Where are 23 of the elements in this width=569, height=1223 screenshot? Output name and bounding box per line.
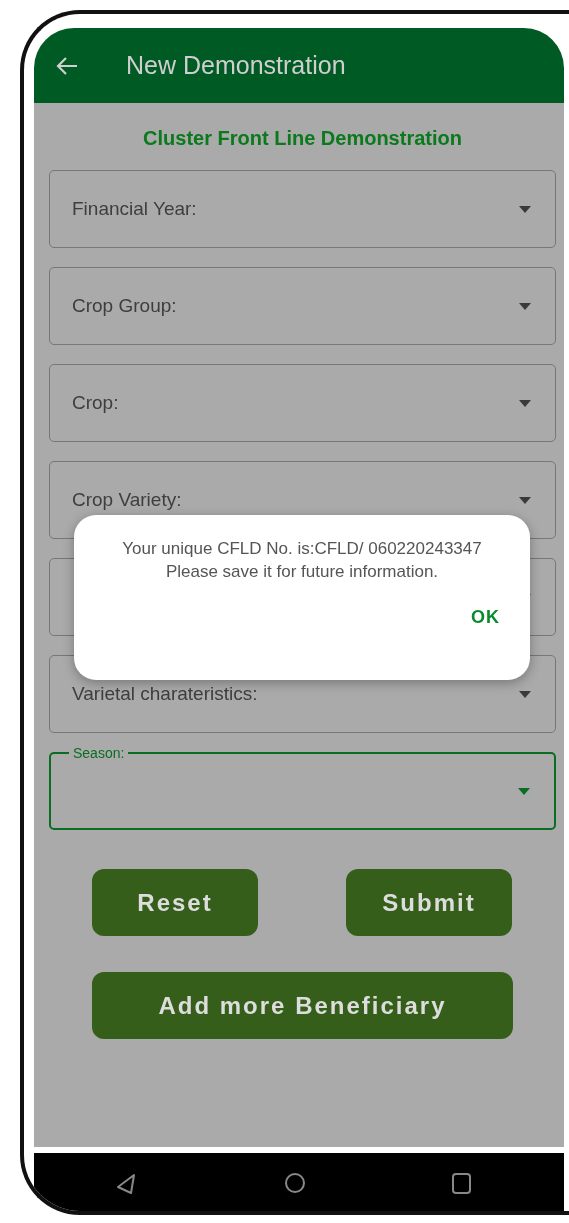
field-label: Crop Group: (72, 295, 177, 317)
dropdown-field[interactable]: Financial Year: (49, 170, 556, 248)
field-label: Crop: (72, 392, 119, 414)
field-label: Financial Year: (72, 198, 197, 220)
dropdown-caret-icon (518, 787, 530, 795)
dropdown-caret-icon (519, 690, 531, 698)
action-button[interactable]: Submit (346, 869, 512, 936)
dialog-message: Your unique CFLD No. is:CFLD/ 060220243347 Please save it for future information. (121, 538, 483, 583)
add-beneficiary-button[interactable]: Add more Beneficiary (92, 972, 513, 1039)
screen-title: New Demonstration (126, 51, 346, 80)
back-arrow-icon[interactable] (56, 55, 78, 76)
dropdown-field[interactable]: Crop Group: (49, 267, 556, 345)
dropdown-caret-icon (519, 205, 531, 213)
dropdown-field[interactable]: Crop: (49, 364, 556, 442)
form-heading: Cluster Front Line Demonstration (142, 127, 463, 150)
ok-button[interactable]: OK (465, 603, 506, 632)
dropdown-caret-icon (519, 399, 531, 407)
field-label: Varietal charateristics: (72, 683, 258, 705)
action-button[interactable]: Reset (92, 869, 258, 936)
dropdown-caret-icon (519, 496, 531, 504)
dropdown-caret-icon (519, 302, 531, 310)
field-label: Crop Variety: (72, 489, 182, 511)
floating-label: Season: (69, 745, 129, 761)
